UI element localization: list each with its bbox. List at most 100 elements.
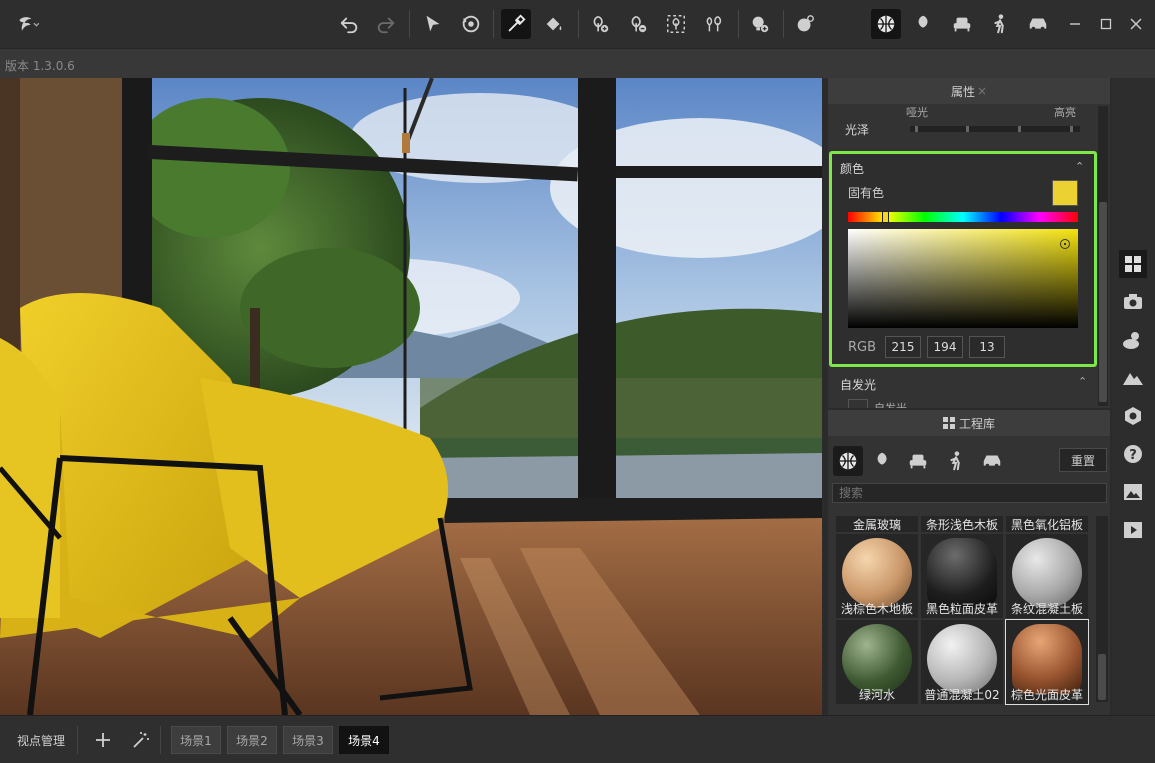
minimize-icon[interactable]: [1063, 12, 1087, 36]
material-item-brown-leather[interactable]: 棕色光面皮革: [1005, 619, 1089, 705]
material-item-striped-concrete[interactable]: 条纹混凝土板: [1006, 534, 1088, 618]
magic-wand-icon[interactable]: [130, 729, 152, 751]
material-item-green-river-water[interactable]: 绿河水: [836, 620, 918, 704]
material-thumbnail: [842, 624, 912, 694]
material-thumbnail: [927, 538, 997, 608]
scene-tab-4[interactable]: 场景4: [339, 726, 389, 754]
furniture-category-icon[interactable]: [947, 9, 977, 39]
help-icon[interactable]: ?: [1119, 440, 1147, 468]
add-light-icon[interactable]: [745, 9, 775, 39]
car-icon: [983, 455, 1001, 468]
material-item-light-wood-floor[interactable]: 浅棕色木地板: [836, 534, 918, 618]
material-name: 金属玻璃: [852, 518, 901, 532]
scene-tab-3[interactable]: 场景3: [283, 726, 333, 754]
reset-button[interactable]: 重置: [1059, 448, 1107, 472]
list-item[interactable]: 条形浅色木板: [921, 516, 1003, 532]
hue-slider[interactable]: [848, 211, 1078, 223]
3d-viewport[interactable]: [0, 78, 822, 715]
add-scene-icon[interactable]: [92, 729, 114, 751]
scene-tab-1[interactable]: 场景1: [171, 726, 221, 754]
material-category-icon[interactable]: [871, 9, 901, 39]
version-label: 版本 1.3.0.6: [5, 59, 75, 73]
scene-tab-2[interactable]: 场景2: [227, 726, 277, 754]
material-thumbnail: [1012, 624, 1082, 694]
settings-hex-icon[interactable]: [1119, 402, 1147, 430]
material-name: 条纹混凝土板: [1010, 602, 1083, 616]
camera-icon[interactable]: [1119, 288, 1147, 316]
plant-icon: [877, 452, 887, 470]
properties-title: 属性: [950, 84, 975, 99]
project-library-panel: 工程库 重置 金属玻璃 条形浅色木板 黑色氧化铝板 浅棕色木地板 黑色粒面皮革 …: [828, 410, 1110, 715]
color-collapse-icon[interactable]: ⌃: [1075, 160, 1084, 173]
library-tab-people[interactable]: [941, 446, 971, 476]
weather-sun-cloud-icon[interactable]: [1119, 326, 1147, 354]
rgb-label: RGB: [848, 340, 877, 355]
rgb-blue-input[interactable]: 13: [969, 336, 1005, 358]
material-name: 黑色氧化铝板: [1010, 518, 1083, 532]
saturation-value-picker[interactable]: [848, 229, 1078, 328]
library-tab-furniture[interactable]: [903, 446, 933, 476]
paint-bucket-icon[interactable]: [539, 9, 569, 39]
library-grid-icon[interactable]: [1119, 250, 1147, 278]
color-section-title: 颜色: [840, 162, 865, 176]
video-play-icon[interactable]: [1119, 516, 1147, 544]
version-bar: 版本 1.3.0.6: [0, 48, 1155, 78]
material-item-black-leather[interactable]: 黑色粒面皮革: [921, 534, 1003, 618]
undo-icon[interactable]: [334, 9, 364, 39]
rgb-green-input[interactable]: 194: [927, 336, 963, 358]
emissive-item-label: 自发光: [874, 400, 907, 408]
app-logo-menu-icon[interactable]: [8, 9, 48, 39]
material-name: 普通混凝土02: [924, 688, 1000, 702]
viewpoint-manager-button[interactable]: 视点管理: [5, 726, 78, 754]
material-name: 黑色粒面皮革: [925, 602, 998, 616]
maximize-icon[interactable]: [1094, 12, 1118, 36]
top-toolbar: [0, 0, 1155, 48]
person-icon: [950, 451, 960, 471]
gloss-label: 光泽: [845, 123, 870, 137]
library-search-input[interactable]: [832, 483, 1107, 503]
material-name: 浅棕色木地板: [840, 602, 913, 616]
bottom-bar: 视点管理 场景1 场景2 场景3 场景4: [0, 715, 1155, 763]
gloss-slider[interactable]: [910, 126, 1080, 132]
close-icon[interactable]: [1124, 12, 1148, 36]
emissive-checkbox[interactable]: [848, 399, 868, 408]
library-header: 工程库: [828, 410, 1110, 436]
select-arrow-icon[interactable]: [418, 9, 448, 39]
library-tab-material[interactable]: [833, 446, 863, 476]
gloss-high-label: 高亮: [1054, 106, 1076, 119]
properties-close-icon[interactable]: ×: [977, 84, 987, 98]
furniture-icon: [909, 454, 927, 469]
add-plant-icon[interactable]: [585, 9, 615, 39]
terrain-icon[interactable]: [1119, 364, 1147, 392]
library-tab-vehicles[interactable]: [977, 446, 1007, 476]
eyedropper-icon[interactable]: [501, 9, 531, 39]
list-item[interactable]: 黑色氧化铝板: [1006, 516, 1088, 532]
hue-slider-handle[interactable]: [882, 211, 889, 223]
redo-icon[interactable]: [371, 9, 401, 39]
orbit-camera-icon[interactable]: [456, 9, 486, 39]
forest-icon[interactable]: [699, 9, 729, 39]
weather-icon[interactable]: [790, 9, 820, 39]
image-gallery-icon[interactable]: [1119, 478, 1147, 506]
rgb-red-input[interactable]: 215: [885, 336, 921, 358]
list-item[interactable]: 金属玻璃: [836, 516, 918, 532]
gloss-low-label: 哑光: [906, 106, 928, 119]
library-scrollbar[interactable]: [1096, 516, 1108, 702]
library-tab-plants[interactable]: [868, 446, 898, 476]
color-swatch[interactable]: [1052, 180, 1078, 206]
scene-render: [0, 78, 822, 715]
plant-scatter-icon[interactable]: [661, 9, 691, 39]
right-side-rail: ?: [1112, 78, 1155, 715]
emissive-collapse-icon[interactable]: ⌃: [1078, 375, 1087, 388]
material-icon: [839, 452, 857, 470]
properties-scrollbar[interactable]: [1098, 106, 1108, 406]
emissive-section-title: 自发光: [840, 378, 877, 392]
color-picker-cursor[interactable]: [1060, 239, 1070, 249]
people-category-icon[interactable]: [985, 9, 1015, 39]
material-thumbnail: [1012, 538, 1082, 608]
material-item-plain-concrete[interactable]: 普通混凝土02: [921, 620, 1003, 704]
material-name: 条形浅色木板: [925, 518, 998, 532]
vehicles-category-icon[interactable]: [1023, 9, 1053, 39]
plants-category-icon[interactable]: [909, 9, 939, 39]
remove-plant-icon[interactable]: [623, 9, 653, 39]
